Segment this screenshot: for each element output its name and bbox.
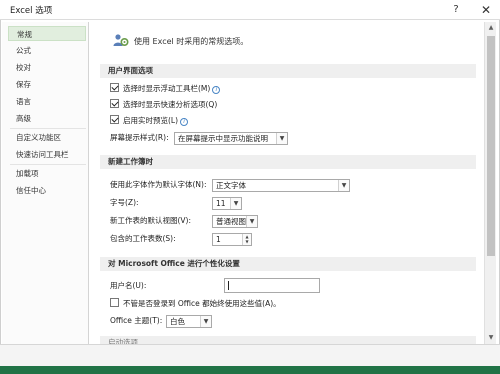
font-size-label: 字号(Z): [110, 198, 139, 207]
default-view-value: 普通视图 [216, 217, 246, 226]
sidebar-divider [10, 164, 86, 165]
sheet-count-value: 1 [216, 235, 221, 244]
mini-toolbar-label: 选择时显示浮动工具栏(M) [123, 84, 211, 93]
chevron-down-icon: ▼ [338, 180, 349, 191]
office-theme-dropdown[interactable]: 白色 ▼ [166, 315, 212, 328]
stepper-down-icon[interactable]: ▼ [243, 239, 251, 244]
quick-analysis-checkbox[interactable] [110, 99, 119, 108]
content-scrollbar[interactable]: ▲ ▼ [484, 22, 496, 344]
stepper-buttons: ▲ ▼ [242, 234, 251, 245]
sheet-count-label: 包含的工作表数(S): [110, 234, 176, 243]
username-input[interactable] [224, 278, 320, 293]
sidebar-item-general[interactable]: 常规 [8, 26, 86, 41]
section-ui-options: 用户界面选项 [100, 64, 476, 78]
username-label: 用户名(U): [110, 281, 147, 290]
quick-analysis-label: 选择时显示快速分析选项(Q) [123, 100, 218, 109]
sidebar-item-language[interactable]: 语言 [8, 94, 86, 109]
default-font-value: 正文字体 [216, 181, 246, 190]
chevron-down-icon: ▼ [246, 216, 257, 227]
options-sidebar: 常规 公式 校对 保存 语言 高级 自定义功能区 快速访问工具栏 加载项 信任中… [2, 22, 89, 344]
font-size-value: 11 [216, 199, 226, 208]
general-settings-icon [113, 34, 129, 47]
default-font-dropdown[interactable]: 正文字体 ▼ [212, 179, 350, 192]
chevron-down-icon: ▼ [276, 133, 287, 144]
always-use-values-checkbox[interactable] [110, 298, 119, 307]
section-personalize: 对 Microsoft Office 进行个性化设置 [100, 257, 476, 271]
default-font-label: 使用此字体作为默认字体(N): [110, 180, 207, 189]
live-preview-label: 启用实时预览(L) [123, 116, 179, 125]
title-bar: Excel 选项 ? ✕ [0, 0, 500, 20]
scrollbar-thumb[interactable] [487, 36, 495, 256]
default-view-dropdown[interactable]: 普通视图 ▼ [212, 215, 258, 228]
quick-analysis-option[interactable]: 选择时显示快速分析选项(Q) [110, 98, 217, 112]
text-caret [228, 281, 229, 290]
sidebar-item-advanced[interactable]: 高级 [8, 111, 86, 126]
screentip-style-dropdown[interactable]: 在屏幕提示中显示功能说明 ▼ [174, 132, 288, 145]
always-use-values-option[interactable]: 不管是否登录到 Office 都始终使用这些值(A)。 [110, 297, 281, 311]
scroll-up-icon[interactable]: ▲ [485, 22, 497, 34]
mini-toolbar-checkbox[interactable] [110, 83, 119, 92]
always-use-values-label: 不管是否登录到 Office 都始终使用这些值(A)。 [123, 299, 281, 308]
font-size-dropdown[interactable]: 11 ▼ [212, 197, 242, 210]
sidebar-item-quick-access-toolbar[interactable]: 快速访问工具栏 [8, 147, 86, 162]
window-title: Excel 选项 [10, 6, 53, 16]
sidebar-item-add-ins[interactable]: 加载项 [8, 166, 86, 181]
screentip-style-value: 在屏幕提示中显示功能说明 [178, 134, 268, 143]
sidebar-divider [10, 128, 86, 129]
close-button[interactable]: ✕ [472, 0, 500, 20]
mini-toolbar-option[interactable]: 选择时显示浮动工具栏(M) i [110, 82, 221, 96]
screentip-style-label: 屏幕提示样式(R): [110, 133, 169, 142]
sidebar-item-trust-center[interactable]: 信任中心 [8, 183, 86, 198]
live-preview-option[interactable]: 启用实时预览(L) i [110, 114, 189, 128]
sheet-count-stepper[interactable]: 1 ▲ ▼ [212, 233, 252, 246]
excel-status-bar [0, 366, 500, 374]
sidebar-item-proofing[interactable]: 校对 [8, 60, 86, 75]
sidebar-item-customize-ribbon[interactable]: 自定义功能区 [8, 130, 86, 145]
section-startup-partial: 启动选项 [100, 336, 476, 344]
office-theme-value: 白色 [170, 317, 185, 326]
general-header-text: 使用 Excel 时采用的常规选项。 [134, 37, 249, 46]
info-icon: i [180, 118, 189, 126]
chevron-down-icon: ▼ [230, 198, 241, 209]
help-button[interactable]: ? [442, 0, 470, 20]
office-theme-label: Office 主题(T): [110, 316, 163, 325]
scroll-down-icon[interactable]: ▼ [485, 332, 497, 344]
sidebar-item-save[interactable]: 保存 [8, 77, 86, 92]
info-icon: i [212, 86, 221, 94]
options-content: 使用 Excel 时采用的常规选项。 用户界面选项 选择时显示浮动工具栏(M) i… [92, 22, 482, 344]
live-preview-checkbox[interactable] [110, 115, 119, 124]
section-new-workbook: 新建工作簿时 [100, 155, 476, 169]
chevron-down-icon: ▼ [200, 316, 211, 327]
sidebar-item-formulas[interactable]: 公式 [8, 43, 86, 58]
default-view-label: 新工作表的默认视图(V): [110, 216, 192, 225]
